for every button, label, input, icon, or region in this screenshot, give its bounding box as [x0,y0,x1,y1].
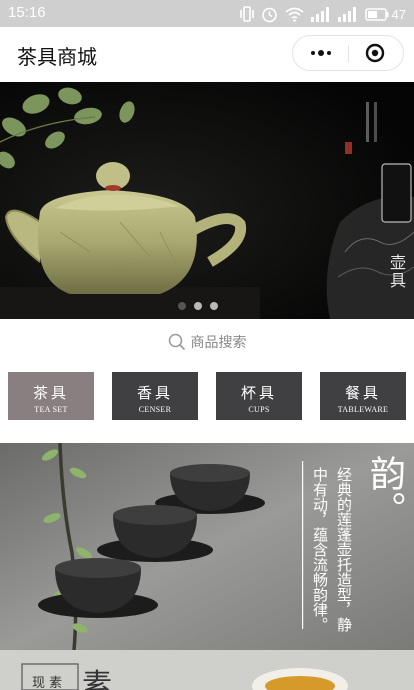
alarm-icon [261,7,277,22]
category-sublabel: TABLEWARE [337,405,389,414]
more-dot [326,51,331,55]
status-time: 15:16 [8,4,46,21]
category-label: 杯具 [240,384,277,402]
search-placeholder: 商品搜索 [190,335,247,351]
carousel-dot[interactable] [178,302,186,310]
category-censer[interactable]: 香具 CENSER [112,372,198,420]
capsule-divider [348,45,349,63]
banner-image [0,82,414,319]
signal-icon-1 [310,6,329,22]
promo2-tag: 现 素 [32,676,63,690]
category-tea-set[interactable]: 茶具 TEA SET [8,372,94,420]
carousel-dot[interactable] [210,302,218,310]
battery-level: 47 [391,6,406,22]
close-miniprogram-button[interactable] [365,43,385,63]
banner-label: 壶具 [387,254,406,290]
category-sublabel: TEA SET [34,405,68,414]
page-title: 茶具商城 [17,45,97,69]
category-cups[interactable]: 杯具 CUPS [216,372,302,420]
wifi-icon [284,7,304,22]
category-sublabel: CENSER [138,405,172,414]
category-label: 茶具 [32,384,69,402]
promo2-headline: 素 [82,668,112,690]
promo-banner-second[interactable]: 现 素 素 [0,650,414,690]
more-dot [310,51,315,55]
mini-program-capsule [292,35,404,71]
promo-banner-lotus-cups[interactable]: 韵。 经典的莲蓬壶托造型，静 中有动，蕴含流畅韵律。 [0,443,414,650]
category-label: 香具 [136,384,173,402]
promo-line-2: 中有动，蕴含流畅韵律。 [311,467,329,632]
signal-icon-2 [337,6,356,22]
search-icon [168,333,185,351]
more-button[interactable] [293,36,348,70]
battery-icon [364,7,389,21]
status-bar: 15:16 47 [0,0,414,27]
more-dot [317,50,324,56]
battery-indicator: 47 [364,6,406,22]
vibrate-icon [239,6,254,22]
category-label: 餐具 [344,384,381,402]
carousel-dot[interactable] [194,302,202,310]
status-icons: 47 [239,4,406,24]
banner-carousel[interactable]: 壶具 [0,82,414,319]
search-bar[interactable]: 商品搜索 [0,326,414,358]
promo-line-1: 经典的莲蓬壶托造型，静 [335,467,353,632]
promo-headline: 韵。 [364,455,405,527]
carousel-dots [178,302,218,310]
category-sublabel: CUPS [248,405,270,414]
category-tableware[interactable]: 餐具 TABLEWARE [320,372,406,420]
